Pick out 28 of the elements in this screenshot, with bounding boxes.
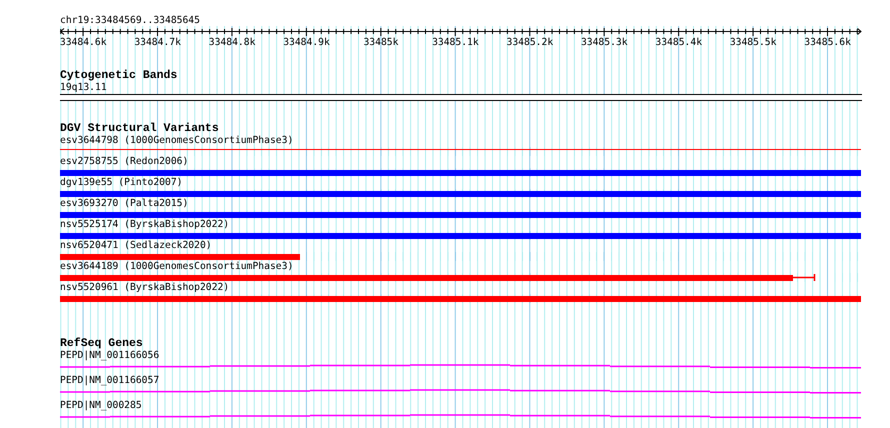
tick-label: 33485.2k — [506, 37, 554, 48]
variant-label: nsv5525174 (ByrskaBishop2022) — [60, 219, 230, 231]
tick-label: 33484.9k — [283, 37, 330, 48]
variant-label: nsv6520471 (Sedlazeck2020) — [60, 240, 213, 252]
gene-label: PEPD|NM_000285 — [60, 400, 143, 412]
variant-label: dgv139e55 (Pinto2007) — [60, 177, 184, 189]
gene-label: PEPD|NM_001166057 — [60, 375, 160, 387]
variant-label: esv3644189 (1000GenomesConsortiumPhase3) — [60, 261, 294, 273]
variant-label: nsv5520961 (ByrskaBishop2022) — [60, 282, 230, 294]
track-title: Cytogenetic Bands — [60, 69, 178, 82]
tick-label: 33485k — [363, 37, 398, 48]
tick-label: 33484.7k — [134, 37, 181, 48]
tick-label: 33485.1k — [432, 37, 479, 48]
tick-label: 33484.8k — [208, 37, 256, 48]
whisker-line — [792, 274, 816, 281]
tick-label: 33485.6k — [804, 37, 851, 48]
variant-label: esv3693270 (Palta2015) — [60, 198, 190, 210]
track-title: DGV Structural Variants — [60, 122, 220, 135]
gene-label: PEPD|NM_001166056 — [60, 350, 160, 362]
tick-label: 33485.4k — [655, 37, 702, 48]
locus-label: chr19:33484569..33485645 — [60, 15, 201, 27]
tick-label: 33484.6k — [60, 37, 107, 48]
track-title: RefSeq Genes — [60, 337, 144, 350]
tick-label: 33485.3k — [580, 37, 628, 48]
tick-label: 33485.5k — [730, 37, 776, 48]
band-label: 19q13.11 — [60, 82, 108, 94]
variant-label: esv2758755 (Redon2006) — [60, 156, 190, 168]
variant-label: esv3644798 (1000GenomesConsortiumPhase3) — [60, 135, 294, 147]
